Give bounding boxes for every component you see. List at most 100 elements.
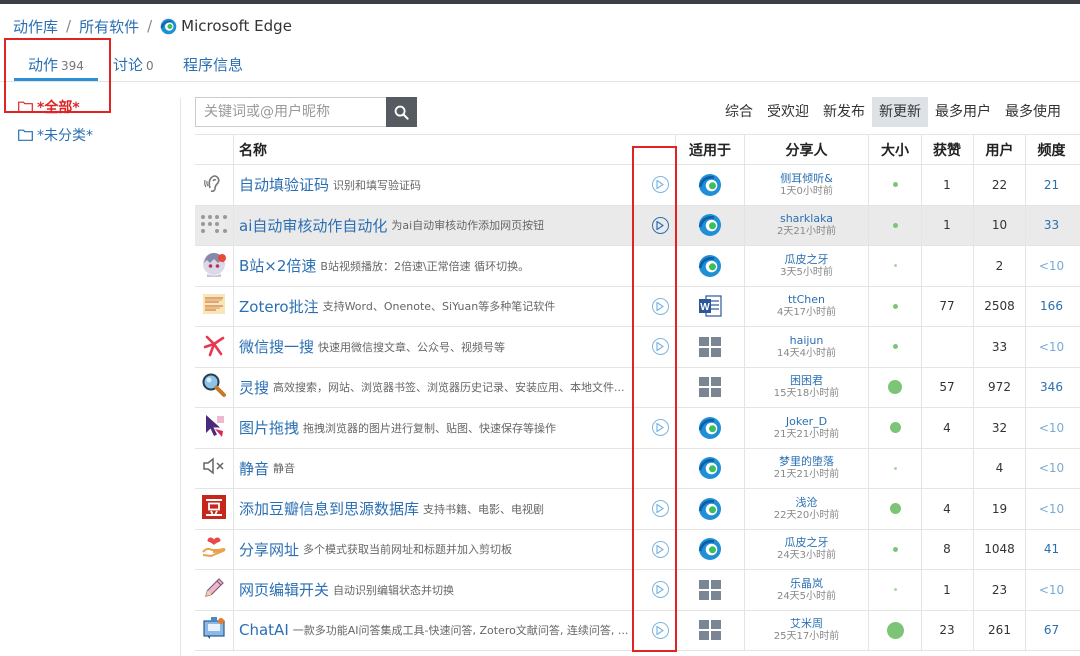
sort-options: 综合 受欢迎 新发布 新更新 最多用户 最多使用 [718,97,1068,127]
applies-to-cell [677,408,743,448]
action-icon-cell [195,530,233,570]
sharer-time: 24天5小时前 [776,590,837,602]
sharer-link[interactable]: Joker_D [786,415,827,428]
sort-popular[interactable]: 受欢迎 [760,97,816,127]
edge-icon [160,18,177,34]
action-title-link[interactable]: 自动填验证码 [239,174,329,195]
users-value: 1048 [984,542,1015,557]
search-button[interactable] [386,97,417,127]
action-title-link[interactable]: 静音 [239,458,269,479]
size-indicator [889,503,901,515]
sharer-link[interactable]: 梦里的堕落 [779,455,834,468]
sort-newly-published[interactable]: 新发布 [816,97,872,127]
breadcrumb-current: Microsoft Edge [160,17,292,35]
frequency-value: <10 [1038,339,1065,354]
action-icon-cell [195,246,233,286]
tab-discussion[interactable]: 讨论 0 [113,54,154,75]
sharer-link[interactable]: 浅沧 [796,496,818,509]
action-description: 快速用微信搜文章、公众号、视频号等 [318,340,506,354]
size-cell [870,489,920,529]
users-value: 261 [988,623,1011,638]
applies-to-cell [677,165,743,205]
sort-comprehensive[interactable]: 综合 [718,97,760,127]
frequency-value: <10 [1038,461,1065,476]
applies-to-cell [677,246,743,286]
action-title-link[interactable]: 添加豆瓣信息到思源数据库 [239,498,419,519]
share-heart-icon [201,535,227,563]
sidebar-item-label: *未分类* [37,128,93,144]
windows-icon [698,619,722,641]
sharer-link[interactable]: 艾米周 [790,617,823,630]
folder-icon [18,129,33,141]
tab-bar: 动作 394 讨论 0 程序信息 [0,50,1080,82]
sort-most-used[interactable]: 最多使用 [998,97,1068,127]
frequency-value: 21 [1043,177,1060,192]
sharer-cell: 侧耳倾听& 1天0小时前 [746,165,867,205]
sidebar-item-all[interactable]: *全部* [18,97,80,117]
header-applies-to: 适用于 [689,142,731,159]
action-description: 高效搜索，网站、浏览器书签、浏览器历史记录、安装应用、本地文件... [273,381,625,395]
action-title-link[interactable]: ai自动审核动作自动化 [239,215,387,236]
edge-icon [698,497,722,520]
sharer-link[interactable]: haijun [790,334,824,347]
frequency-value: 41 [1043,542,1060,557]
sharer-time: 15天18小时前 [773,388,840,400]
users-value: 10 [991,218,1008,233]
action-title-link[interactable]: Zotero批注 [239,296,319,317]
sharer-link[interactable]: 瓜皮之牙 [785,253,829,266]
action-icon-cell [195,489,233,529]
size-cell [870,530,920,570]
edge-icon [698,254,722,277]
sharer-cell: 乐晶岚 24天5小时前 [746,570,867,610]
size-indicator [892,546,898,552]
action-description: 多个模式获取当前网址和标题并加入剪切板 [303,543,513,557]
tab-program-info[interactable]: 程序信息 [183,54,243,75]
action-title-link[interactable]: 微信搜一搜 [239,336,314,357]
sharer-link[interactable]: ttChen [788,293,825,306]
action-name-cell: 添加豆瓣信息到思源数据库 支持书籍、电影、电视剧 [239,489,634,529]
sharer-link[interactable]: sharklaka [780,212,833,225]
sharer-link[interactable]: 侧耳倾听& [780,172,833,185]
windows-icon [698,579,722,601]
sharer-time: 21天21小时前 [773,469,840,481]
likes-value: 1 [943,177,951,192]
action-title-link[interactable]: ChatAI [239,621,289,639]
sort-most-users[interactable]: 最多用户 [928,97,998,127]
size-indicator [892,303,898,309]
edge-icon [698,457,722,480]
action-title-link[interactable]: 网页编辑开关 [239,579,329,600]
action-title-link[interactable]: 图片拖拽 [239,417,299,438]
applies-to-cell [677,206,743,246]
action-name-cell: 图片拖拽 拖拽浏览器的图片进行复制、贴图、快速保存等操作 [239,408,634,448]
applies-to-cell [677,368,743,408]
action-description: 拖拽浏览器的图片进行复制、贴图、快速保存等操作 [303,421,557,435]
sharer-time: 24天3小时前 [776,550,837,562]
action-title-link[interactable]: B站×2倍速 [239,255,316,276]
action-name-cell: 分享网址 多个模式获取当前网址和标题并加入剪切板 [239,530,634,570]
size-cell [870,570,920,610]
action-title-link[interactable]: 分享网址 [239,539,299,560]
sharer-link[interactable]: 困困君 [790,374,823,387]
size-indicator [893,588,897,592]
search-input[interactable] [195,97,387,127]
size-indicator [889,422,901,434]
sidebar-item-uncategorized[interactable]: *未分类* [18,125,93,145]
likes-value [922,449,972,489]
likes-value: 77 [939,299,955,314]
search-bar [195,97,417,127]
size-indicator [886,621,904,639]
likes-value: 4 [943,501,951,516]
action-title-link[interactable]: 灵搜 [239,377,269,398]
sharer-cell: 瓜皮之牙 3天5小时前 [746,246,867,286]
action-icon-cell [195,570,233,610]
sharer-link[interactable]: 瓜皮之牙 [785,536,829,549]
header-name: 名称 [239,142,267,159]
breadcrumb-action-library[interactable]: 动作库 [13,16,58,37]
sharer-link[interactable]: 乐晶岚 [790,577,823,590]
size-indicator [893,466,897,470]
sort-newly-updated[interactable]: 新更新 [872,97,928,127]
grid-dots-icon [200,213,228,237]
breadcrumb-all-software[interactable]: 所有软件 [79,16,139,37]
sharer-time: 1天0小时前 [780,185,833,197]
action-description: 为ai自动审核动作添加网页按钮 [391,219,545,233]
